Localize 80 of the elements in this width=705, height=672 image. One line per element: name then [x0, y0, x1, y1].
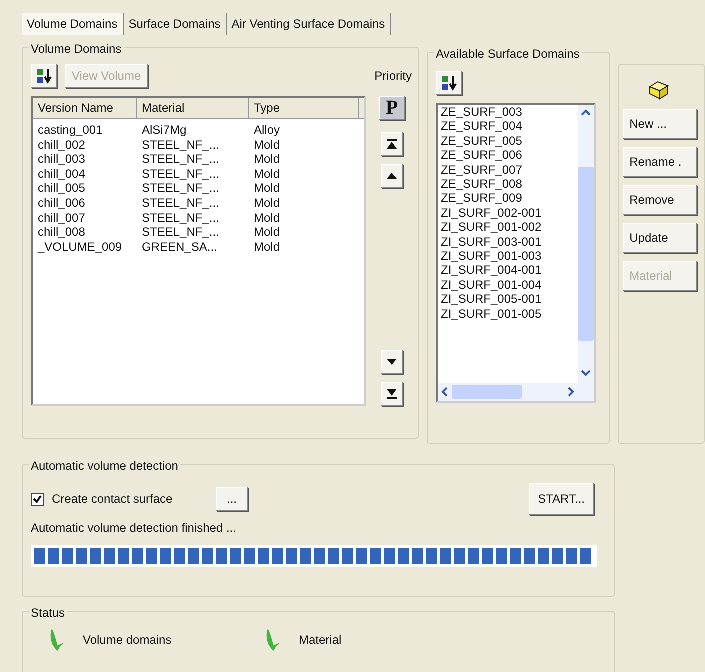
- sort-icon: [35, 67, 53, 85]
- tab[interactable]: Air Venting Surface Domains: [226, 13, 392, 35]
- action-button[interactable]: New ...: [622, 109, 697, 139]
- table-cell-text: STEEL_NF_...: [141, 196, 220, 211]
- list-item[interactable]: ZI_SURF_005-001: [438, 292, 578, 307]
- priority-button[interactable]: P: [379, 96, 405, 120]
- table-cell-text: chill_003: [37, 152, 86, 167]
- priority-label: Priority: [374, 68, 412, 85]
- move-up-button[interactable]: [381, 164, 403, 188]
- table-cell-text: chill_004: [37, 166, 86, 182]
- move-bottom-icon: [387, 389, 397, 399]
- column-header[interactable]: Type: [249, 98, 359, 118]
- table-cell-text: Alloy: [253, 123, 282, 138]
- start-button[interactable]: START...: [529, 483, 594, 515]
- tab[interactable]: Surface Domains: [124, 13, 227, 35]
- sort-button[interactable]: [436, 71, 462, 95]
- table-cell-text: STEEL_NF_...: [141, 181, 220, 196]
- status-label: Volume domains: [83, 632, 172, 649]
- table-cell-text: Mold: [253, 181, 282, 196]
- list-item[interactable]: ZE_SURF_003: [438, 105, 578, 120]
- table-cell-text: STEEL_NF_...: [141, 166, 220, 182]
- table-cell-text: Mold: [253, 166, 282, 182]
- list-item[interactable]: ZE_SURF_008: [438, 177, 578, 192]
- table-cell-text: Mold: [253, 152, 282, 167]
- list-item[interactable]: ZI_SURF_002-001: [438, 206, 578, 220]
- tab[interactable]: Volume Domains: [22, 13, 124, 35]
- table-cell-text: chill_008: [37, 225, 86, 240]
- move-top-icon: [387, 139, 397, 149]
- checkbox-label: Create contact surface: [52, 491, 174, 508]
- table-cell-text: STEEL_NF_...: [141, 138, 220, 152]
- table-cell-text: chill_002: [37, 138, 86, 152]
- table-cell-text: _VOLUME_009: [36, 240, 124, 254]
- list-item[interactable]: ZI_SURF_004-001: [438, 263, 578, 278]
- action-button[interactable]: Update: [622, 223, 697, 253]
- cube-icon: [646, 79, 671, 101]
- table-cell-text: Mold: [253, 210, 282, 226]
- table-cell-text: chill_005: [37, 181, 86, 196]
- sort-icon: [440, 74, 458, 92]
- table-cell-text: chill_007: [37, 210, 86, 226]
- table-cell-text: AlSi7Mg: [141, 123, 188, 138]
- list-item[interactable]: ZE_SURF_007: [438, 162, 578, 178]
- more-button[interactable]: ...: [216, 487, 248, 511]
- list-item[interactable]: ZI_SURF_001-005: [438, 306, 578, 322]
- list-item[interactable]: ZI_SURF_001-002: [438, 220, 578, 235]
- sort-button[interactable]: [31, 64, 57, 88]
- list-item[interactable]: ZI_SURF_003-001: [438, 234, 578, 250]
- move-down-button[interactable]: [381, 350, 403, 374]
- check-icon: [265, 628, 281, 652]
- check-icon: [49, 628, 65, 652]
- horizontal-scrollbar[interactable]: [438, 383, 578, 401]
- table-cell-text: STEEL_NF_...: [141, 225, 220, 240]
- table-cell-text: GREEN_SA...: [141, 240, 218, 254]
- list-item[interactable]: ZI_SURF_001-004: [438, 278, 578, 292]
- down-arrow-icon: [387, 359, 397, 365]
- table-cell-text: STEEL_NF_...: [141, 210, 220, 226]
- table-cell-text: casting_001: [37, 123, 104, 138]
- column-header[interactable]: Material: [137, 98, 249, 118]
- status-message: Automatic volume detection finished ...: [31, 520, 238, 537]
- vertical-scrollbar[interactable]: [578, 105, 594, 401]
- checkbox[interactable]: [31, 492, 44, 506]
- list-item[interactable]: ZI_SURF_001-003: [438, 249, 578, 264]
- list-item[interactable]: ZE_SURF_005: [438, 134, 578, 148]
- table-cell-text: Mold: [253, 240, 282, 254]
- list-item[interactable]: ZE_SURF_006: [438, 148, 578, 163]
- move-top-button[interactable]: [381, 132, 403, 156]
- action-button[interactable]: Remove: [622, 185, 697, 215]
- scroll-thumb[interactable]: [578, 167, 594, 341]
- up-arrow-icon: [387, 173, 397, 179]
- table-cell-text: Mold: [253, 196, 282, 211]
- table-cell-text: Mold: [253, 138, 282, 152]
- move-bottom-button[interactable]: [381, 382, 403, 406]
- status-label: Material: [299, 632, 342, 649]
- table-cell-text: STEEL_NF_...: [141, 152, 220, 167]
- table-cell-text: chill_006: [37, 196, 86, 211]
- list-item[interactable]: ZE_SURF_004: [438, 119, 578, 134]
- column-header[interactable]: Version Name: [33, 98, 137, 118]
- table-cell-text: Mold: [253, 225, 282, 240]
- action-button[interactable]: Rename .: [622, 147, 697, 177]
- list-item[interactable]: ZE_SURF_009: [438, 191, 578, 206]
- scroll-thumb[interactable]: [452, 385, 522, 399]
